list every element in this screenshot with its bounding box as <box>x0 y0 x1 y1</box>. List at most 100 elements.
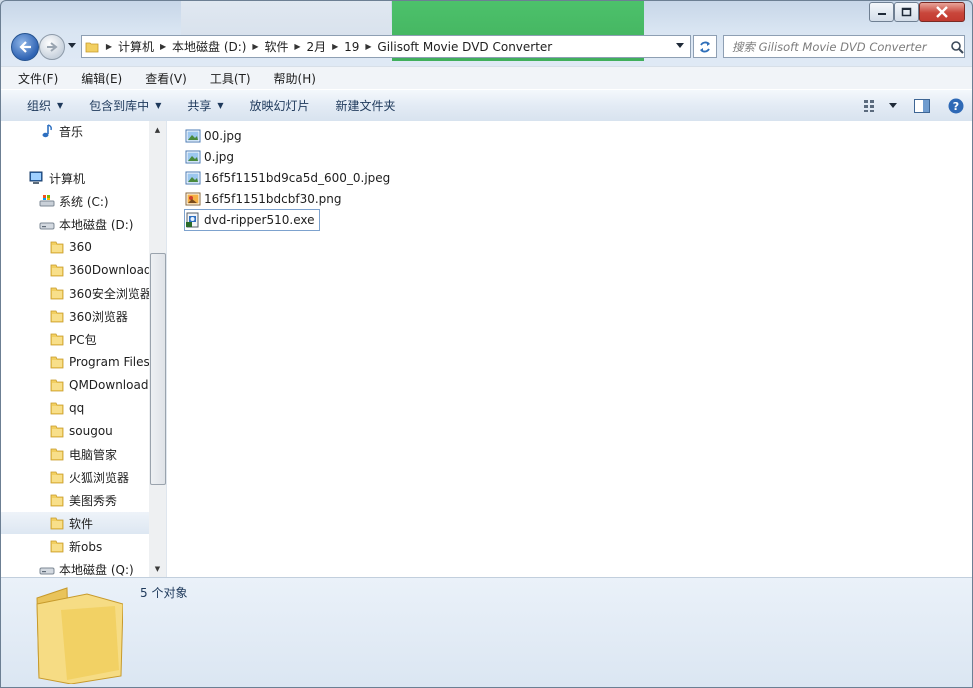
slideshow-label: 放映幻灯片 <box>249 99 310 113</box>
breadcrumb-software[interactable]: 软件 <box>262 36 290 57</box>
new-folder-button[interactable]: 新建文件夹 <box>323 90 409 121</box>
sidebar-item[interactable]: 计算机 <box>1 167 149 189</box>
forward-button[interactable] <box>39 34 65 60</box>
breadcrumb-current-folder[interactable]: Gilisoft Movie DVD Converter <box>375 36 554 57</box>
breadcrumb-separator[interactable]: ▶ <box>328 42 342 51</box>
drive-icon <box>39 216 55 232</box>
file-item[interactable]: dvd-ripper510.exe <box>184 209 320 231</box>
minimize-button[interactable] <box>869 2 894 22</box>
chevron-down-icon <box>68 43 76 48</box>
sidebar-item-label: Program Files <box>69 355 150 369</box>
breadcrumb-drive-d[interactable]: 本地磁盘 (D:) <box>170 36 248 57</box>
sidebar-item[interactable]: 本地磁盘 (Q:) <box>1 558 149 577</box>
address-bar[interactable]: ▶ 计算机 ▶ 本地磁盘 (D:) ▶ 软件 ▶ 2月 ▶ 19 ▶ Gilis… <box>81 35 691 58</box>
folder-icon <box>49 308 65 324</box>
slideshow-button[interactable]: 放映幻灯片 <box>237 90 323 121</box>
breadcrumb-separator[interactable]: ▶ <box>291 42 305 51</box>
help-button[interactable]: ? <box>940 90 972 121</box>
sidebar-item-label: 360安全浏览器 <box>69 286 152 301</box>
command-bar: 组织 ▼ 包含到库中 ▼ 共享 ▼ 放映幻灯片 新建文件夹 ? <box>1 89 972 122</box>
breadcrumb-february[interactable]: 2月 <box>305 36 329 57</box>
preview-pane-icon <box>914 98 930 113</box>
sidebar-item[interactable]: sougou <box>1 420 149 442</box>
menu-tools[interactable]: 工具(T) <box>193 70 257 87</box>
svg-text:?: ? <box>953 100 959 113</box>
folder-icon <box>49 239 65 255</box>
new-folder-label: 新建文件夹 <box>335 99 396 113</box>
navigation-pane: 音乐计算机系统 (C:) 本地磁盘 (D:) 360 360Downloads 360安… <box>1 121 167 577</box>
refresh-icon <box>700 41 710 52</box>
folder-thumbnail-icon <box>31 580 124 687</box>
sidebar-item[interactable]: 360 <box>1 236 149 258</box>
preview-pane-button[interactable] <box>904 90 940 121</box>
back-button[interactable] <box>11 33 39 61</box>
include-in-library-button[interactable]: 包含到库中 ▼ <box>76 90 174 121</box>
sidebar-item[interactable]: 系统 (C:) <box>1 190 149 212</box>
menu-file[interactable]: 文件(F) <box>1 70 64 87</box>
sidebar-item-label: 系统 (C:) <box>59 194 109 209</box>
breadcrumb-separator[interactable]: ▶ <box>248 42 262 51</box>
address-history-dropdown[interactable] <box>672 35 688 56</box>
breadcrumb-19[interactable]: 19 <box>342 36 361 57</box>
scroll-down-button[interactable]: ▼ <box>149 560 166 577</box>
file-item[interactable]: 00.jpg <box>185 126 242 146</box>
system-drive-icon <box>39 193 55 209</box>
breadcrumb-separator[interactable]: ▶ <box>156 42 170 51</box>
file-item[interactable]: 0.jpg <box>185 147 234 167</box>
file-item[interactable]: 16f5f1151bd9ca5d_600_0.jpeg <box>185 168 390 188</box>
sidebar-item-label: 火狐浏览器 <box>69 470 130 485</box>
folder-icon <box>49 515 65 531</box>
folder-icon <box>49 400 65 416</box>
breadcrumb-separator[interactable]: ▶ <box>102 42 116 51</box>
sidebar-item[interactable]: 360安全浏览器 <box>1 282 152 304</box>
folder-icon <box>49 377 65 393</box>
arrow-right-icon <box>47 42 58 52</box>
sidebar-item-label: 360浏览器 <box>69 309 128 324</box>
view-grid-icon <box>864 99 874 112</box>
sidebar-item[interactable]: 软件 <box>1 512 149 534</box>
recent-pages-dropdown[interactable] <box>67 40 77 52</box>
maximize-button[interactable] <box>894 2 919 22</box>
menu-bar: 文件(F) 编辑(E) 查看(V) 工具(T) 帮助(H) <box>1 66 972 89</box>
include-library-label: 包含到库中 <box>89 99 150 113</box>
sidebar-item[interactable]: qq <box>1 397 149 419</box>
view-options-button[interactable] <box>860 90 882 121</box>
menu-help[interactable]: 帮助(H) <box>257 70 322 87</box>
sidebar-item[interactable]: PC包 <box>1 328 149 350</box>
organize-label: 组织 <box>27 99 52 113</box>
sidebar-item[interactable]: 美图秀秀 <box>1 489 149 511</box>
menu-view[interactable]: 查看(V) <box>128 70 193 87</box>
scroll-up-button[interactable]: ▲ <box>149 121 166 138</box>
scroll-thumb[interactable] <box>150 253 166 485</box>
sidebar-item[interactable]: 火狐浏览器 <box>1 466 149 488</box>
breadcrumb-computer[interactable]: 计算机 <box>116 36 156 57</box>
sidebar-item[interactable]: 本地磁盘 (D:) <box>1 213 149 235</box>
sidebar-item[interactable]: 音乐 <box>1 121 149 142</box>
menu-edit[interactable]: 编辑(E) <box>64 70 128 87</box>
folder-icon <box>49 354 65 370</box>
breadcrumb-separator[interactable]: ▶ <box>361 42 375 51</box>
sidebar-item[interactable]: 新obs <box>1 535 149 557</box>
sidebar-item-label: 本地磁盘 (D:) <box>59 217 134 232</box>
sidebar-item[interactable]: 360浏览器 <box>1 305 149 327</box>
sidebar-item[interactable]: Program Files <box>1 351 150 373</box>
file-item[interactable]: 16f5f1151bdcbf30.png <box>185 189 342 209</box>
share-button[interactable]: 共享 ▼ <box>174 90 236 121</box>
sidebar-item[interactable]: 360Downloads <box>1 259 158 281</box>
view-dropdown[interactable] <box>882 90 904 121</box>
organize-button[interactable]: 组织 ▼ <box>1 90 76 121</box>
sidebar-item[interactable]: 电脑管家 <box>1 443 149 465</box>
sidebar-item-label: 音乐 <box>59 124 84 139</box>
search-box[interactable] <box>723 35 965 58</box>
chevron-down-icon <box>889 102 897 108</box>
close-button[interactable] <box>919 2 965 22</box>
refresh-button[interactable] <box>693 35 717 58</box>
navigation-scrollbar[interactable]: ▲ ▼ <box>149 121 166 577</box>
share-label: 共享 <box>187 99 212 113</box>
search-icon <box>951 40 964 54</box>
folder-icon <box>49 285 65 301</box>
sidebar-item-label: PC包 <box>69 332 97 347</box>
search-input[interactable] <box>724 38 951 55</box>
sidebar-item[interactable]: QMDownload <box>1 374 149 396</box>
folder-icon <box>49 423 65 439</box>
